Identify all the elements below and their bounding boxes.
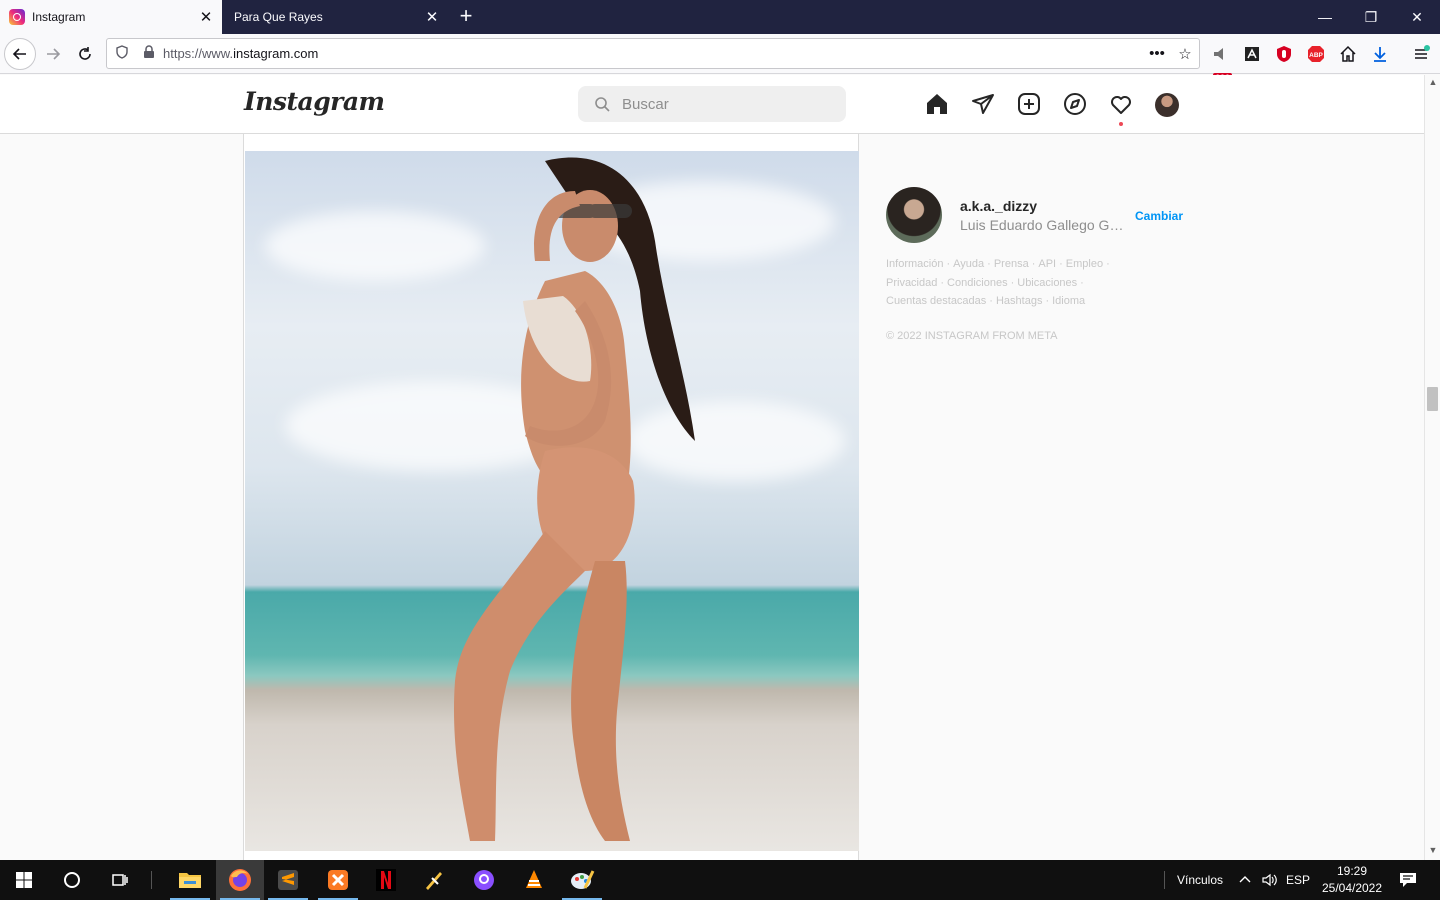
- forward-arrow-icon: [47, 48, 61, 60]
- footer-link-api[interactable]: API: [1038, 258, 1056, 270]
- footer-link-ubicaciones[interactable]: Ubicaciones: [1017, 277, 1077, 289]
- input-language[interactable]: ESP: [1284, 860, 1312, 900]
- menu-button[interactable]: [1410, 43, 1432, 65]
- page-actions-icon[interactable]: •••: [1143, 45, 1171, 62]
- home-icon[interactable]: [925, 92, 949, 116]
- scroll-up-arrow-icon[interactable]: ▲: [1428, 77, 1438, 87]
- clock-time: 19:29: [1336, 864, 1368, 878]
- cortana-button[interactable]: [48, 860, 96, 900]
- reload-icon: [79, 47, 91, 60]
- search-icon: [595, 97, 610, 112]
- tab-title: Instagram: [32, 10, 86, 24]
- switch-account-button[interactable]: Cambiar: [1135, 209, 1183, 223]
- xampp-icon[interactable]: [314, 860, 362, 900]
- abp-label: ABP: [1309, 52, 1323, 59]
- windows-logo-icon: [16, 872, 32, 888]
- profile-avatar[interactable]: [1155, 93, 1179, 117]
- copyright-text: © 2022 INSTAGRAM FROM META: [886, 330, 1058, 342]
- tray-divider: [1163, 860, 1165, 900]
- close-tab-icon[interactable]: ✕: [420, 5, 444, 29]
- footer-link-cuentas-destacadas[interactable]: Cuentas destacadas: [886, 295, 986, 307]
- sublime-text-icon[interactable]: [264, 860, 312, 900]
- adblock-plus-icon[interactable]: ABP: [1305, 43, 1327, 65]
- direct-icon[interactable]: [971, 92, 995, 116]
- explore-icon[interactable]: [1063, 92, 1087, 116]
- bookmark-star-icon[interactable]: ☆: [1171, 45, 1199, 63]
- tab-para-que-rayes[interactable]: Para Que Rayes ✕: [222, 0, 448, 34]
- translate-extension-icon[interactable]: [1241, 43, 1263, 65]
- scroll-down-arrow-icon[interactable]: ▼: [1428, 845, 1438, 855]
- url-domain: instagram.com: [233, 46, 319, 61]
- footer-link-empleo[interactable]: Empleo: [1066, 258, 1103, 270]
- url-bar[interactable]: https://www.instagram.com ••• ☆: [106, 38, 1200, 69]
- reload-button[interactable]: [69, 38, 101, 70]
- close-window-button[interactable]: ✕: [1394, 0, 1440, 34]
- tracking-shield-icon[interactable]: [115, 45, 131, 62]
- paint-icon[interactable]: [558, 860, 606, 900]
- notification-dot: [1119, 122, 1123, 126]
- firefox-icon[interactable]: [216, 860, 264, 900]
- scrollbar-thumb[interactable]: [1427, 387, 1438, 411]
- task-view-icon: [112, 874, 128, 886]
- footer-link-informacion[interactable]: Información: [886, 258, 943, 270]
- vertical-scrollbar[interactable]: ▲ ▼: [1424, 75, 1440, 860]
- footer-links: Información · Ayuda · Prensa · API · Empleo · Pri…: [886, 258, 1110, 307]
- back-button[interactable]: [4, 38, 36, 70]
- footer-link-prensa[interactable]: Prensa: [994, 258, 1029, 270]
- feed-post: [243, 134, 859, 860]
- windows-taskbar: Vínculos ESP 19:29 25/04/2022: [0, 860, 1440, 900]
- volume-icon[interactable]: [1258, 860, 1280, 900]
- vlc-icon[interactable]: [510, 860, 558, 900]
- close-tab-icon[interactable]: ✕: [194, 5, 218, 29]
- browser-tab-strip: Instagram ✕ Para Que Rayes ✕ + — ❐ ✕: [0, 0, 1440, 34]
- minimize-button[interactable]: —: [1302, 0, 1348, 34]
- notifications-icon[interactable]: [1394, 860, 1422, 900]
- footer-link-hashtags[interactable]: Hashtags: [996, 295, 1042, 307]
- tab-instagram[interactable]: Instagram ✕: [0, 0, 222, 34]
- user-avatar[interactable]: [886, 187, 942, 243]
- post-photo[interactable]: [245, 151, 859, 851]
- search-input[interactable]: Buscar: [578, 86, 846, 122]
- search-placeholder: Buscar: [622, 95, 669, 113]
- start-button[interactable]: [0, 860, 48, 900]
- footer-link-privacidad[interactable]: Privacidad: [886, 277, 937, 289]
- clock-date: 25/04/2022: [1321, 881, 1383, 895]
- app-icon[interactable]: [410, 860, 458, 900]
- links-toolbar[interactable]: Vínculos: [1170, 860, 1230, 900]
- new-tab-button[interactable]: +: [452, 2, 480, 30]
- show-hidden-icons-icon[interactable]: [1234, 860, 1256, 900]
- back-arrow-icon: [12, 48, 26, 60]
- taskbar-divider: [150, 860, 152, 900]
- url-prefix: https://www.: [163, 46, 234, 61]
- task-view-button[interactable]: [96, 860, 144, 900]
- downloads-button[interactable]: [1369, 43, 1391, 65]
- restore-button[interactable]: ❐: [1348, 0, 1394, 34]
- forward-button[interactable]: [37, 38, 69, 70]
- cortana-circle-icon: [64, 872, 80, 888]
- file-explorer-icon[interactable]: [166, 860, 214, 900]
- footer-link-idioma[interactable]: Idioma: [1052, 295, 1085, 307]
- blocker-extension-icon[interactable]: [1209, 43, 1231, 65]
- footer-link-ayuda[interactable]: Ayuda: [953, 258, 984, 270]
- activity-icon[interactable]: [1109, 92, 1133, 116]
- instagram-favicon-icon: [9, 9, 25, 25]
- sidebar-username[interactable]: a.k.a._dizzy: [960, 198, 1037, 214]
- lock-icon[interactable]: [143, 45, 157, 62]
- beach-figure-illustration: [453, 157, 695, 841]
- instagram-logo[interactable]: Instagram: [244, 87, 385, 116]
- github-desktop-icon[interactable]: [460, 860, 508, 900]
- ublock-extension-icon[interactable]: [1273, 43, 1295, 65]
- sidebar-full-name: Luis Eduardo Gallego Gar...: [960, 217, 1130, 233]
- browser-navbar: https://www.instagram.com ••• ☆ ABP 600: [0, 34, 1440, 84]
- footer-link-condiciones[interactable]: Condiciones: [947, 277, 1008, 289]
- home-button[interactable]: [1337, 43, 1359, 65]
- system-clock[interactable]: 19:29 25/04/2022: [1318, 863, 1386, 897]
- netflix-icon[interactable]: [362, 860, 410, 900]
- tab-title: Para Que Rayes: [234, 10, 323, 24]
- new-post-icon[interactable]: [1017, 92, 1041, 116]
- instagram-header: Instagram Buscar: [0, 75, 1424, 134]
- url-text[interactable]: https://www.instagram.com: [163, 46, 1143, 61]
